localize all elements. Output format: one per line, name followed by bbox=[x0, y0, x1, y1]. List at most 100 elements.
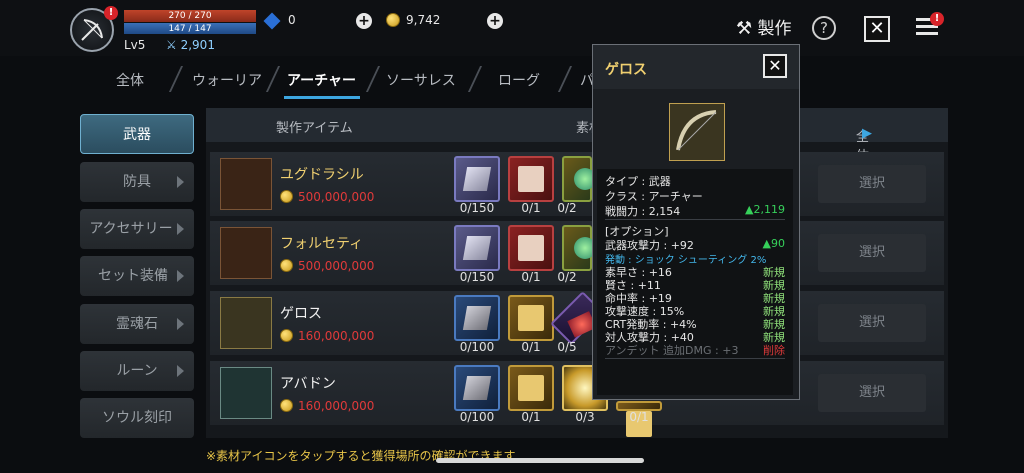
category-label: 武器 bbox=[123, 127, 151, 143]
menu-alert-badge: ! bbox=[930, 12, 944, 26]
category-set-equipment[interactable]: セット装備 bbox=[80, 256, 194, 296]
item-name: ゲロス bbox=[280, 306, 322, 322]
craft-title: 製作 bbox=[757, 19, 792, 39]
tab-warrior[interactable]: ウォーリア bbox=[192, 70, 262, 90]
tab-archer[interactable]: アーチャー bbox=[287, 70, 356, 90]
gold-coin-icon bbox=[280, 190, 293, 203]
bow-item-icon bbox=[220, 227, 272, 279]
gold-coin-icon bbox=[280, 329, 293, 342]
material-gold-document-icon[interactable] bbox=[508, 295, 554, 341]
craft-row-forseti[interactable]: フォルセティ 500,000,000 0/150 0/1 0/2 選択 bbox=[210, 221, 944, 285]
tooltip-title: ゲロス bbox=[605, 62, 647, 78]
mp-bar: 147 / 147 bbox=[124, 23, 256, 34]
material-count: 0/5 bbox=[557, 340, 577, 354]
combat-power: ⚔ 2,901 bbox=[166, 38, 215, 52]
material-count: 0/1 bbox=[629, 410, 649, 424]
craft-header: ⚒ 製作 bbox=[736, 14, 792, 39]
menu-icon-line bbox=[916, 32, 938, 35]
item-name: フォルセティ bbox=[280, 236, 364, 252]
avatar-alert-badge: ! bbox=[104, 6, 118, 20]
price-value: 500,000,000 bbox=[298, 259, 375, 273]
tab-separator bbox=[557, 66, 573, 92]
item-price: 500,000,000 bbox=[280, 190, 374, 204]
select-button[interactable]: 選択 bbox=[818, 165, 926, 203]
bow-item-icon bbox=[220, 297, 272, 349]
chevron-right-icon bbox=[177, 176, 184, 188]
chevron-right-icon bbox=[177, 223, 184, 235]
chevron-right-icon bbox=[177, 318, 184, 330]
active-tab-underline bbox=[284, 96, 360, 99]
item-class: クラス : アーチャー bbox=[605, 190, 703, 203]
category-label: アクセサリー bbox=[89, 221, 173, 237]
item-price: 500,000,000 bbox=[280, 259, 374, 273]
chevron-right-icon bbox=[177, 270, 184, 282]
close-screen-button[interactable]: ✕ bbox=[864, 16, 890, 42]
category-label: 防具 bbox=[123, 174, 151, 190]
tab-rogue[interactable]: ローグ bbox=[498, 70, 540, 90]
divider bbox=[605, 219, 785, 220]
tooltip-header: ゲロス ✕ bbox=[593, 45, 799, 89]
material-scroll-icon[interactable] bbox=[454, 295, 500, 341]
category-label: 霊魂石 bbox=[116, 316, 158, 332]
material-scroll-icon[interactable] bbox=[454, 365, 500, 411]
material-count: 0/1 bbox=[521, 410, 541, 424]
weapon-attack-diff: ▲90 bbox=[762, 237, 785, 250]
bow-item-icon bbox=[669, 103, 725, 161]
craft-row-geros[interactable]: ゲロス 160,000,000 0/100 0/1 0/5 選択 bbox=[210, 291, 944, 355]
bow-item-icon bbox=[220, 367, 272, 419]
material-red-document-icon[interactable] bbox=[508, 156, 554, 202]
gold-display: 9,742 bbox=[386, 13, 440, 27]
select-button[interactable]: 選択 bbox=[818, 234, 926, 272]
home-indicator bbox=[436, 458, 644, 463]
combat-power-diff: ▲2,119 bbox=[745, 203, 785, 216]
hp-value: 270 / 270 bbox=[168, 11, 212, 21]
removed-stat-tag: 削除 bbox=[763, 344, 785, 357]
material-gold-document-icon[interactable] bbox=[508, 365, 554, 411]
tab-sorceress[interactable]: ソーサレス bbox=[386, 70, 456, 90]
craft-row-yggdrasil[interactable]: ユグドラシル 500,000,000 0/150 0/1 0/2 選択 bbox=[210, 152, 944, 216]
category-rune[interactable]: ルーン bbox=[80, 351, 194, 391]
material-orb-icon[interactable] bbox=[562, 156, 596, 202]
help-button[interactable]: ? bbox=[812, 16, 836, 40]
category-weapon[interactable]: 武器 bbox=[80, 114, 194, 154]
divider bbox=[605, 358, 785, 359]
material-count: 0/100 bbox=[459, 410, 495, 424]
hp-bar: 270 / 270 bbox=[124, 10, 256, 22]
craft-row-abaddon[interactable]: アバドン 160,000,000 0/100 0/1 0/3 0/1 選択 bbox=[210, 361, 944, 437]
tab-separator bbox=[265, 66, 281, 92]
category-spirit-stone[interactable]: 霊魂石 bbox=[80, 304, 194, 344]
select-button[interactable]: 選択 bbox=[818, 374, 926, 412]
category-armor[interactable]: 防具 bbox=[80, 162, 194, 202]
material-scroll-icon[interactable] bbox=[454, 225, 500, 271]
column-craft-item: 製作アイテム bbox=[276, 121, 353, 136]
category-accessory[interactable]: アクセサリー bbox=[80, 209, 194, 249]
material-count: 0/100 bbox=[459, 340, 495, 354]
price-value: 160,000,000 bbox=[298, 329, 375, 343]
material-orb-icon[interactable] bbox=[562, 225, 596, 271]
select-button[interactable]: 選択 bbox=[818, 304, 926, 342]
gold-coin-icon bbox=[280, 399, 293, 412]
add-gems-button[interactable]: + bbox=[356, 13, 372, 29]
material-scroll-icon[interactable] bbox=[454, 156, 500, 202]
gem-currency-icon bbox=[263, 12, 281, 30]
player-level: Lv5 bbox=[124, 38, 146, 52]
triangle-right-icon: ▶ bbox=[862, 126, 872, 141]
tab-all[interactable]: 全体 bbox=[116, 70, 144, 90]
combat-power-value: 2,901 bbox=[180, 38, 215, 52]
tab-separator bbox=[365, 66, 381, 92]
tooltip-close-button[interactable]: ✕ bbox=[763, 54, 787, 78]
item-name: ユグドラシル bbox=[280, 167, 364, 183]
material-count: 0/2 bbox=[557, 201, 577, 215]
tab-separator bbox=[168, 66, 184, 92]
top-status-bar: ! 270 / 270 147 / 147 Lv5 ⚔ 2,901 0 + 9,… bbox=[0, 0, 1024, 56]
price-value: 500,000,000 bbox=[298, 190, 375, 204]
category-label: セット装備 bbox=[98, 268, 168, 284]
item-price: 160,000,000 bbox=[280, 329, 374, 343]
item-detail-tooltip: ゲロス ✕ タイプ : 武器 クラス : アーチャー 戦闘力 : 2,154 ▲… bbox=[592, 44, 800, 400]
item-name: アバドン bbox=[280, 376, 336, 392]
material-red-document-icon[interactable] bbox=[508, 225, 554, 271]
anvil-icon: ⚒ bbox=[736, 18, 753, 39]
bow-icon bbox=[676, 110, 717, 151]
category-soul-engrave[interactable]: ソウル刻印 bbox=[80, 398, 194, 438]
add-gold-button[interactable]: + bbox=[487, 13, 503, 29]
